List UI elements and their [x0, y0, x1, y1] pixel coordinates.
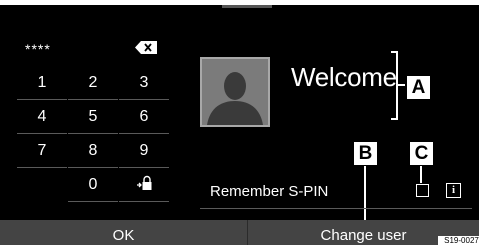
key-label: 3 — [139, 74, 149, 91]
key-label: 7 — [37, 142, 47, 159]
callout-c-label: C — [414, 142, 429, 164]
callout-a: A — [405, 74, 432, 101]
lock-key-icon — [136, 175, 152, 196]
key-6[interactable]: 6 — [119, 101, 169, 134]
key-4[interactable]: 4 — [17, 101, 67, 134]
remember-spin-label: Remember S-PIN — [210, 183, 329, 200]
key-label: 8 — [88, 142, 98, 159]
key-9[interactable]: 9 — [119, 135, 169, 168]
callout-b-leader — [364, 166, 366, 222]
key-8[interactable]: 8 — [68, 135, 118, 168]
key-label: 1 — [37, 74, 47, 91]
callout-a-label: A — [411, 76, 426, 98]
key-3[interactable]: 3 — [119, 67, 169, 100]
key-label: 0 — [88, 176, 98, 193]
callout-c-leader — [420, 166, 422, 183]
key-5[interactable]: 5 — [68, 101, 118, 134]
ok-button[interactable]: OK — [0, 220, 247, 245]
key-1[interactable]: 1 — [17, 67, 67, 100]
callout-b-label: B — [358, 142, 373, 164]
callout-c: C — [408, 140, 435, 167]
figure-id: S19-0027 — [438, 236, 485, 246]
key-2[interactable]: 2 — [68, 67, 118, 100]
welcome-text: Welcome — [291, 62, 397, 92]
info-icon[interactable]: i — [446, 183, 461, 198]
key-label: 9 — [139, 142, 149, 159]
key-label: 5 — [88, 108, 98, 125]
screen-handle — [222, 5, 272, 8]
user-avatar-icon — [200, 57, 270, 127]
backspace-icon[interactable] — [135, 41, 157, 54]
key-label: 6 — [139, 108, 149, 125]
infotainment-screen: **** 1 2 3 4 5 6 7 8 9 0 Welcome A B C R… — [0, 5, 479, 245]
key-label: 4 — [37, 108, 47, 125]
key-7[interactable]: 7 — [17, 135, 67, 168]
pin-masked-value: **** — [25, 41, 51, 57]
callout-b: B — [352, 140, 379, 167]
bottom-bar: OK Change user — [0, 220, 479, 245]
remember-divider — [200, 208, 472, 209]
lock-key-button[interactable] — [119, 169, 169, 202]
remember-spin-checkbox[interactable] — [416, 184, 429, 197]
key-0[interactable]: 0 — [68, 169, 118, 202]
key-label: 2 — [88, 74, 98, 91]
